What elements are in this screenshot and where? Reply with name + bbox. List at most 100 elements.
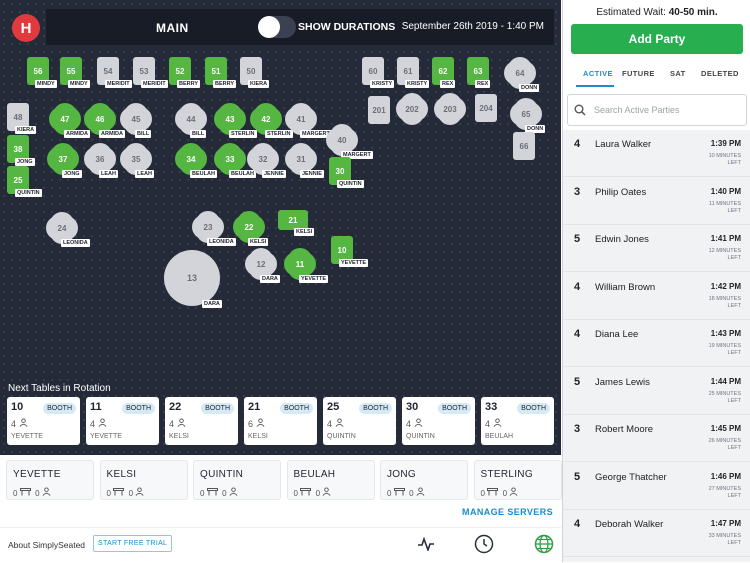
- table-54[interactable]: 54: [97, 60, 119, 82]
- table-64[interactable]: 64: [507, 60, 533, 86]
- table-31[interactable]: 31: [288, 146, 314, 172]
- party-row[interactable]: 4 Deborah Walker 1:47 PM 33 MINUTES LEFT: [563, 510, 750, 557]
- table-12[interactable]: 12: [248, 251, 274, 277]
- table-66[interactable]: 66: [513, 135, 535, 157]
- server-card[interactable]: STERLING 0 0: [473, 460, 562, 500]
- table-25[interactable]: 25: [7, 169, 29, 191]
- party-row[interactable]: 5 James Lewis 1:44 PM 25 MINUTES LEFT: [563, 367, 750, 415]
- table-30[interactable]: 30: [329, 160, 351, 182]
- rotation-card[interactable]: 30 BOOTH 4 QUINTIN: [402, 397, 475, 445]
- table-55[interactable]: 55: [60, 60, 82, 82]
- add-party-button[interactable]: Add Party: [571, 24, 743, 54]
- server-counts: 0 0: [200, 487, 238, 498]
- table-45[interactable]: 45: [123, 106, 149, 132]
- table-53[interactable]: 53: [133, 60, 155, 82]
- clock-icon[interactable]: [474, 534, 494, 554]
- table-capacity: 4: [406, 418, 423, 429]
- search-input[interactable]: [592, 101, 744, 119]
- table-36[interactable]: 36: [87, 146, 113, 172]
- minutes-left: 18 MINUTES LEFT: [708, 295, 741, 309]
- table-52[interactable]: 52: [169, 60, 191, 82]
- table-51[interactable]: 51: [205, 60, 227, 82]
- party-row[interactable]: 3 Robert Moore 1:45 PM 26 MINUTES LEFT: [563, 415, 750, 462]
- table-21[interactable]: 21: [278, 210, 308, 230]
- table-44[interactable]: 44: [178, 106, 204, 132]
- party-name: William Brown: [595, 281, 656, 293]
- table-24[interactable]: 24: [49, 215, 75, 241]
- party-row[interactable]: 4 Diana Lee 1:43 PM 19 MINUTES LEFT: [563, 320, 750, 367]
- activity-icon[interactable]: [416, 534, 436, 554]
- table-11[interactable]: 11: [287, 251, 313, 277]
- table-server-label: BERRY: [213, 80, 237, 88]
- table-65[interactable]: 65: [513, 101, 539, 127]
- app-logo[interactable]: H: [12, 14, 40, 42]
- party-row[interactable]: 5 Edwin Jones 1:41 PM 12 MINUTES LEFT: [563, 225, 750, 272]
- tab-active[interactable]: ACTIVE: [583, 69, 613, 78]
- table-56[interactable]: 56: [27, 60, 49, 82]
- table-62[interactable]: 62: [432, 60, 454, 82]
- about-link[interactable]: About SimplySeated: [8, 540, 85, 550]
- server-card[interactable]: JONG 0 0: [380, 460, 468, 500]
- globe-icon[interactable]: [534, 534, 554, 554]
- table-37[interactable]: 37: [50, 146, 76, 172]
- party-size: 3: [574, 185, 581, 198]
- rotation-card[interactable]: 10 BOOTH 4 YEVETTE: [7, 397, 80, 445]
- table-type-badge: BOOTH: [438, 403, 471, 414]
- person-icon: [416, 487, 425, 496]
- table-32[interactable]: 32: [250, 146, 276, 172]
- table-60[interactable]: 60: [362, 60, 384, 82]
- table-61[interactable]: 61: [397, 60, 419, 82]
- show-durations-toggle[interactable]: [258, 16, 296, 38]
- table-47[interactable]: 47: [52, 106, 78, 132]
- table-50[interactable]: 50: [240, 60, 262, 82]
- table-63[interactable]: 63: [467, 60, 489, 82]
- table-41[interactable]: 41: [288, 106, 314, 132]
- party-row[interactable]: 5 George Thatcher 1:46 PM 27 MINUTES LEFT: [563, 462, 750, 510]
- rotation-table-number: 21: [248, 401, 261, 413]
- table-server-label: STERLIN: [229, 130, 257, 138]
- start-free-trial-button[interactable]: START FREE TRIAL: [93, 535, 173, 552]
- server-card[interactable]: BEULAH 0 0: [286, 460, 375, 500]
- table-33[interactable]: 33: [217, 146, 243, 172]
- table-23[interactable]: 23: [195, 214, 221, 240]
- rotation-card[interactable]: 33 BOOTH 4 BEULAH: [481, 397, 554, 445]
- tab-sat[interactable]: SAT: [670, 69, 686, 78]
- party-row[interactable]: 4 William Brown 1:42 PM 18 MINUTES LEFT: [563, 272, 750, 320]
- tab-future[interactable]: FUTURE: [622, 69, 655, 78]
- table-34[interactable]: 34: [178, 146, 204, 172]
- table-server-label: BILL: [190, 130, 207, 138]
- table-204[interactable]: 204: [475, 97, 497, 119]
- table-server-label: ARMIDA: [99, 130, 125, 138]
- party-row[interactable]: 4 Laura Walker 1:39 PM 10 MINUTES LEFT: [563, 130, 750, 177]
- table-server-label: KRISTY: [405, 80, 430, 88]
- table-43[interactable]: 43: [217, 106, 243, 132]
- table-13[interactable]: 13: [168, 254, 216, 302]
- server-card[interactable]: YEVETTE 0 0: [6, 460, 94, 500]
- table-38[interactable]: 38: [7, 138, 29, 160]
- footer: About SimplySeated START FREE TRIAL: [0, 527, 561, 563]
- party-row[interactable]: 3 Philip Oates 1:40 PM 11 MINUTES LEFT: [563, 177, 750, 225]
- rotation-card[interactable]: 25 BOOTH 4 QUINTIN: [323, 397, 396, 445]
- table-48[interactable]: 48: [7, 106, 29, 128]
- table-40[interactable]: 40: [329, 127, 355, 153]
- table-22[interactable]: 22: [236, 214, 262, 240]
- table-203[interactable]: 203: [437, 96, 463, 122]
- table-35[interactable]: 35: [123, 146, 149, 172]
- table-capacity: 6: [248, 418, 265, 429]
- rotation-card[interactable]: 11 BOOTH 4 YEVETTE: [86, 397, 159, 445]
- manage-servers-link[interactable]: MANAGE SERVERS: [462, 507, 553, 517]
- table-46[interactable]: 46: [87, 106, 113, 132]
- table-202[interactable]: 202: [399, 96, 425, 122]
- table-10[interactable]: 10: [331, 239, 353, 261]
- tab-deleted[interactable]: DELETED: [701, 69, 739, 78]
- rotation-card[interactable]: 22 BOOTH 4 KELSI: [165, 397, 238, 445]
- person-icon: [414, 418, 422, 427]
- table-42[interactable]: 42: [253, 106, 279, 132]
- server-card[interactable]: KELSI 0 0: [99, 460, 188, 500]
- rotation-card[interactable]: 21 BOOTH 6 KELSI: [244, 397, 317, 445]
- party-time: 1:40 PM: [710, 186, 741, 196]
- party-size: 4: [574, 138, 581, 150]
- server-card[interactable]: QUINTIN 0 0: [193, 460, 281, 500]
- room-selector[interactable]: MAIN: [156, 21, 189, 35]
- table-201[interactable]: 201: [368, 99, 390, 121]
